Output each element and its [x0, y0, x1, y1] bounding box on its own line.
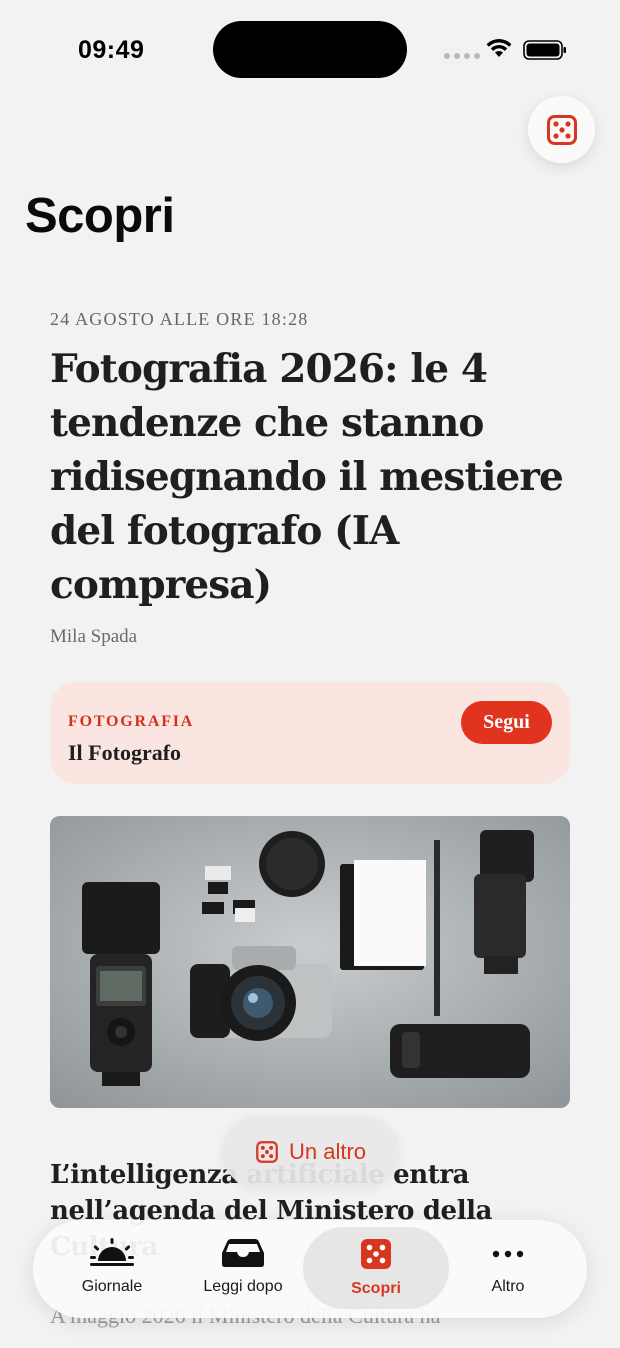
tab-label-giornale: Giornale — [81, 1278, 143, 1295]
camera-gear-photo — [50, 816, 570, 1108]
tab-scopri[interactable]: Scopri — [327, 1226, 425, 1312]
tab-label-scopri: Scopri — [351, 1280, 401, 1297]
article-date: 24 AGOSTO ALLE ORE 18:28 — [50, 309, 309, 329]
follow-button[interactable]: Segui — [461, 701, 552, 744]
tab-label-altro: Altro — [491, 1278, 525, 1295]
topic-category: FOTOGRAFIA — [68, 713, 195, 730]
wifi-icon — [486, 39, 512, 57]
dice-icon — [256, 1141, 278, 1163]
topic-card[interactable]: FOTOGRAFIA Il Fotografo Segui — [50, 682, 570, 784]
another-article-label: Un altro — [288, 1139, 367, 1164]
inbox-tray-icon — [222, 1239, 264, 1267]
page-title: Scopri — [25, 189, 175, 243]
status-time: 09:49 — [78, 36, 145, 64]
tab-altro[interactable]: Altro — [459, 1226, 557, 1312]
dice-icon — [361, 1239, 391, 1269]
tab-leggi-dopo[interactable]: Leggi dopo — [188, 1226, 298, 1312]
ellipsis-icon — [492, 1250, 524, 1258]
another-article-button[interactable]: Un altro — [222, 1116, 399, 1188]
random-article-button[interactable] — [528, 96, 595, 163]
cellular-signal-icon — [444, 53, 480, 59]
sunrise-icon — [90, 1238, 134, 1266]
status-bar: 09:49 — [0, 0, 620, 100]
tab-giornale[interactable]: Giornale — [63, 1226, 161, 1312]
article-hero-image[interactable] — [50, 816, 570, 1108]
dice-icon — [546, 114, 577, 145]
dynamic-island — [213, 21, 407, 78]
topic-name: Il Fotografo — [68, 740, 182, 765]
battery-icon — [523, 40, 566, 60]
bottom-tab-bar: Giornale Leggi dopo Scopri Altro — [33, 1220, 587, 1318]
tab-label-leggi-dopo: Leggi dopo — [203, 1278, 283, 1295]
article-author: Mila Spada — [50, 626, 138, 647]
article-title[interactable]: Fotografia 2026: le 4 tendenze che stann… — [50, 342, 570, 612]
